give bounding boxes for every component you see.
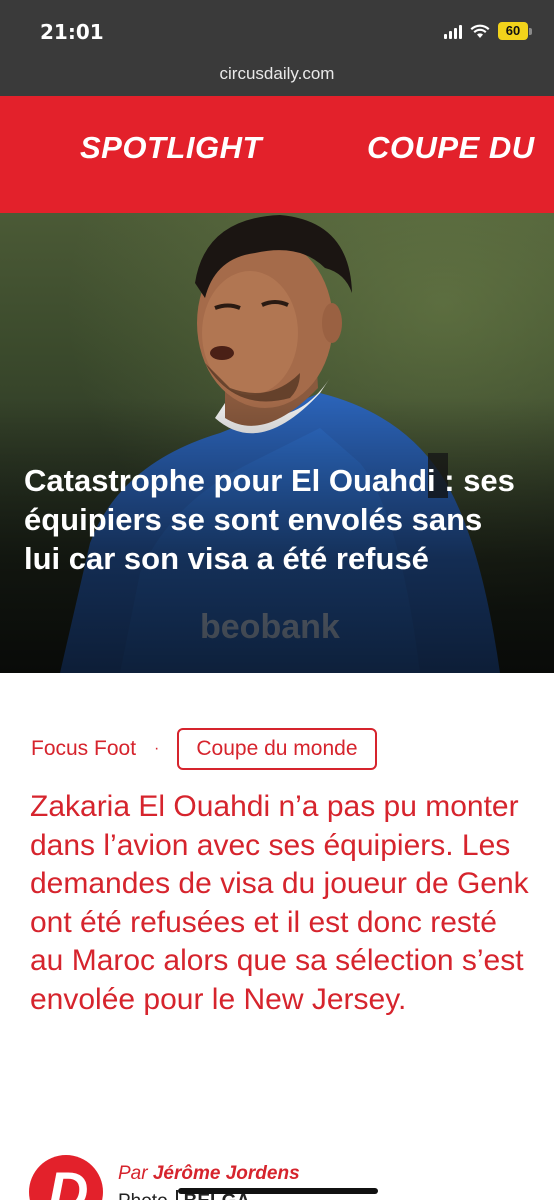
meta-separator: · — [154, 740, 160, 757]
home-indicator[interactable] — [178, 1188, 378, 1194]
section-nav: SPOTLIGHT COUPE DU — [0, 96, 554, 213]
status-time: 21:01 — [40, 20, 104, 44]
battery-icon: 60 — [498, 22, 532, 40]
url-bar[interactable]: circusdaily.com — [0, 64, 554, 84]
tag-button[interactable]: Coupe du monde — [177, 728, 377, 770]
category-link[interactable]: Focus Foot — [31, 737, 136, 761]
wifi-icon — [470, 24, 490, 39]
hero-banner[interactable]: beobank Catastrophe pour El Ouahdi : ses… — [0, 213, 554, 673]
status-icons: 60 — [444, 22, 532, 40]
signal-icon — [444, 23, 462, 39]
nav-item-coupe-du-monde[interactable]: COUPE DU — [367, 130, 535, 166]
headline[interactable]: Catastrophe pour El Ouahdi : ses équipie… — [24, 461, 524, 578]
nav-item-spotlight[interactable]: SPOTLIGHT — [80, 130, 262, 166]
author-prefix: Par — [118, 1163, 148, 1184]
site-logo: D — [29, 1155, 103, 1200]
author-byline: Par Jérôme Jordens — [118, 1163, 300, 1185]
browser-chrome: 21:01 60 circusdaily.com — [0, 0, 554, 96]
article-meta: Focus Foot · Coupe du monde — [31, 728, 377, 770]
author-name[interactable]: Jérôme Jordens — [153, 1163, 300, 1184]
photo-prefix: Photo — [118, 1191, 168, 1200]
article-lead: Zakaria El Ouahdi n’a pas pu monter dans… — [30, 790, 529, 1016]
battery-level: 60 — [498, 22, 528, 40]
